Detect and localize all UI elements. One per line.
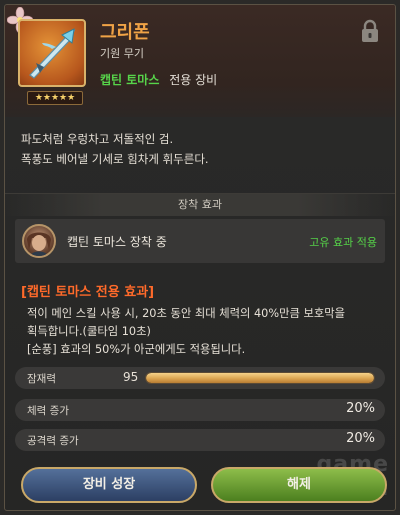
owner-name: 캡틴 토마스: [100, 73, 160, 87]
item-header: ★★★★★ 그리폰 기원 무기 캡틴 토마스 전용 장비: [5, 5, 395, 117]
equip-effect-header: 장착 효과: [5, 193, 395, 216]
stat-label: 공격력 증가: [27, 435, 79, 447]
owner-suffix: 전용 장비: [169, 73, 218, 87]
item-detail-panel: ★★★★★ 그리폰 기원 무기 캡틴 토마스 전용 장비 파도처럼 우렁차고 저…: [4, 4, 396, 511]
description-line: 파도처럼 우렁차고 저돌적인 검.: [21, 132, 174, 146]
description-line: 폭풍도 베어낼 기세로 힘차게 휘두른다.: [21, 152, 209, 166]
potential-label: 잠재력: [27, 373, 56, 385]
stat-row-attack: 공격력 증가 20%: [15, 429, 385, 451]
effect-line: 획득합니다.(쿨타임 10초): [27, 325, 151, 338]
effect-line: 적이 메인 스킬 사용 시, 20초 동안 최대 체력의 40%만큼 보호막을: [27, 307, 346, 320]
equipped-hero-text: 캡틴 토마스 장착 중: [67, 235, 167, 249]
hero-avatar: [22, 224, 56, 258]
spear-weapon-icon: [29, 28, 76, 79]
potential-value: 95: [123, 370, 139, 384]
item-description: 파도처럼 우렁차고 저돌적인 검. 폭풍도 베어낼 기세로 힘차게 휘두른다.: [21, 129, 209, 169]
equipped-hero-row: 캡틴 토마스 장착 중 고유 효과 적용: [15, 219, 385, 263]
potential-bar-fill: [146, 373, 374, 383]
lock-icon[interactable]: [359, 19, 381, 43]
exclusive-effect-title: [캡틴 토마스 전용 효과]: [21, 285, 155, 300]
stat-value: 20%: [346, 431, 375, 446]
exclusive-effect-body: 적이 메인 스킬 사용 시, 20초 동안 최대 체력의 40%만큼 보호막을 …: [27, 305, 387, 359]
stat-label: 체력 증가: [27, 405, 69, 417]
item-name: 그리폰: [100, 22, 150, 43]
owner-row: 캡틴 토마스 전용 장비: [100, 71, 217, 88]
unique-effect-status: 고유 효과 적용: [309, 236, 377, 249]
potential-row: 잠재력 95: [15, 367, 385, 389]
effect-line: [순풍] 효과의 50%가 아군에게도 적용됩니다.: [27, 343, 246, 356]
stat-row-hp: 체력 증가 20%: [15, 399, 385, 421]
rarity-stars: ★★★★★: [27, 91, 83, 105]
item-icon-frame: [18, 19, 86, 87]
equipment-growth-button[interactable]: 장비 성장: [21, 467, 197, 503]
potential-bar: [145, 372, 375, 384]
item-type: 기원 무기: [100, 47, 144, 60]
stat-value: 20%: [346, 401, 375, 416]
unequip-button[interactable]: 해제: [211, 467, 387, 503]
